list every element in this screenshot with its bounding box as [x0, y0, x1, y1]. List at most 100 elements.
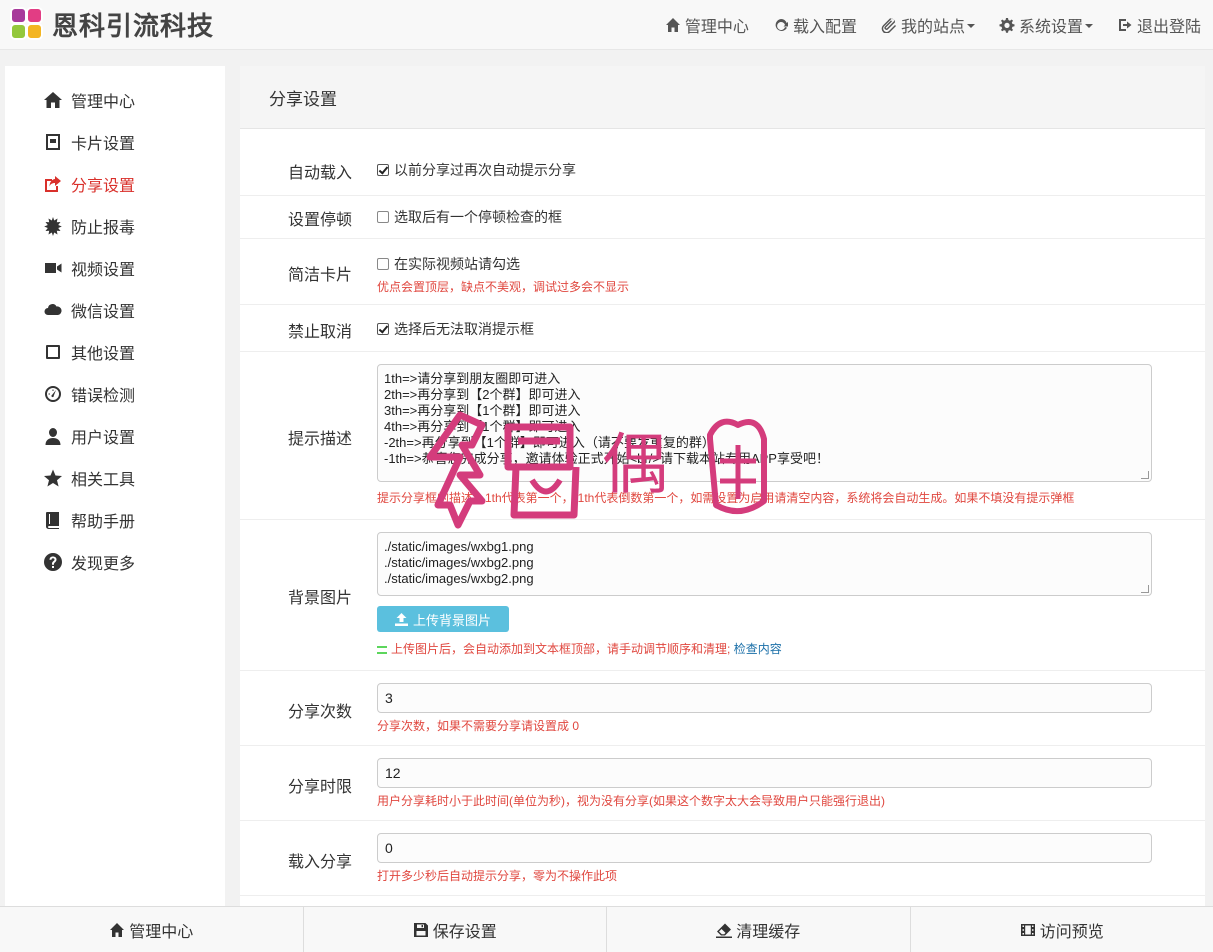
background-text: ./static/images/wxbg1.png ./static/image…	[384, 539, 534, 586]
share-time-input[interactable]: 12	[377, 758, 1152, 788]
home-icon	[110, 922, 125, 937]
brand-logo	[8, 5, 48, 45]
brand[interactable]: 恩科引流科技	[8, 5, 214, 45]
sidebar-item-error-check[interactable]: 错误检测	[5, 373, 225, 415]
nav-system-settings[interactable]: 系统设置	[987, 0, 1105, 50]
sidebar-item-help[interactable]: 帮助手册	[5, 499, 225, 541]
pause-checkbox[interactable]: 选取后有一个停顿检查的框	[377, 207, 1152, 227]
load-share-hint: 打开多少秒后自动提示分享，零为不操作此项	[377, 869, 618, 883]
question-icon	[44, 553, 62, 571]
gear-icon	[999, 18, 1015, 33]
resize-grip[interactable]	[1141, 471, 1149, 479]
nav-home[interactable]: 管理中心	[653, 0, 761, 50]
no-cancel-label: 禁止取消	[287, 324, 352, 341]
pause-checkbox-label: 选取后有一个停顿检查的框	[394, 209, 562, 225]
star-icon	[44, 469, 62, 487]
share-count-input[interactable]: 3	[377, 683, 1152, 713]
preview-label: 访问预览	[1039, 923, 1104, 941]
sidebar-item-label: 微信设置	[71, 304, 136, 321]
no-cancel-row: 禁止取消 选择后无法取消提示框	[240, 305, 1205, 352]
share-time-row: 分享时限 12 用户分享耗时小于此时间(单位为秒)，视为没有分享(如果这个数字太…	[240, 746, 1205, 821]
sidebar-item-video[interactable]: 视频设置	[5, 247, 225, 289]
brand-title: 恩科引流科技	[52, 12, 215, 42]
background-label: 背景图片	[287, 590, 352, 607]
bottom-toolbar: 管理中心 保存设置 清理缓存 访问预览	[0, 906, 1213, 952]
load-share-label: 载入分享	[287, 854, 352, 871]
background-row: 背景图片 ./static/images/wxbg1.png ./static/…	[240, 520, 1205, 671]
share-count-row: 分享次数 3 分享次数，如果不需要分享请设置成 0	[240, 671, 1205, 746]
clear-cache-label: 清理缓存	[736, 923, 801, 941]
nav-system-settings-label: 系统设置	[1018, 19, 1083, 36]
nav-home-label: 管理中心	[684, 19, 749, 36]
card-icon	[46, 134, 60, 150]
sidebar-item-antivirus[interactable]: 防止报毒	[5, 205, 225, 247]
sidebar-item-other[interactable]: 其他设置	[5, 331, 225, 373]
sidebar-item-more[interactable]: 发现更多	[5, 541, 225, 583]
sidebar-item-user[interactable]: 用户设置	[5, 415, 225, 457]
save-icon	[413, 922, 428, 937]
nav-load-config[interactable]: 载入配置	[761, 0, 869, 50]
resize-grip[interactable]	[1141, 585, 1149, 593]
auto-load-checkbox[interactable]: 以前分享过再次自动提示分享	[377, 160, 1152, 180]
simple-card-row: 简洁卡片 在实际视频站请勾选 优点会置顶层，缺点不美观，调试过多会不显示	[240, 239, 1205, 305]
bottom-home-button[interactable]: 管理中心	[0, 907, 304, 952]
simple-card-hint: 优点会置顶层，缺点不美观，调试过多会不显示	[377, 280, 630, 294]
check-content-link[interactable]: 检查内容	[734, 642, 782, 656]
sidebar-item-label: 错误检测	[71, 388, 136, 405]
sidebar-item-tools[interactable]: 相关工具	[5, 457, 225, 499]
upload-background-label: 上传背景图片	[413, 612, 492, 628]
virus-icon	[44, 217, 62, 236]
cloud-icon	[44, 304, 62, 315]
refresh-icon	[775, 19, 788, 31]
share-count-hint: 分享次数，如果不需要分享请设置成 0	[377, 719, 580, 733]
save-settings-button[interactable]: 保存设置	[304, 907, 607, 952]
nav-logout[interactable]: 退出登陆	[1105, 0, 1213, 50]
clear-cache-button[interactable]: 清理缓存	[607, 907, 911, 952]
background-hint: 上传图片后，会自动添加到文本框顶部，请手动调节顺序和清理; 检查内容	[377, 640, 1152, 657]
share-count-label: 分享次数	[287, 704, 352, 721]
chevron-down-icon	[966, 24, 975, 28]
background-textarea[interactable]: ./static/images/wxbg1.png ./static/image…	[377, 532, 1152, 596]
sidebar-item-label: 管理中心	[71, 94, 136, 111]
nav-logout-label: 退出登陆	[1136, 19, 1201, 36]
checkbox-checked[interactable]	[377, 164, 389, 176]
sidebar-item-wechat[interactable]: 微信设置	[5, 289, 225, 331]
video-icon	[45, 263, 62, 273]
checkbox-unchecked[interactable]	[377, 258, 389, 270]
sidebar-item-share[interactable]: 分享设置	[5, 163, 225, 205]
sidebar-item-card[interactable]: 卡片设置	[5, 121, 225, 163]
prompt-textarea[interactable]: 1th=>请分享到朋友圈即可进入 2th=>再分享到【2个群】即可进入 3th=…	[377, 364, 1152, 482]
upload-background-button[interactable]: 上传背景图片	[377, 606, 510, 632]
nav-menu: 管理中心 载入配置 我的站点 系统设置 退出登陆	[653, 0, 1213, 50]
sidebar-item-label: 相关工具	[71, 472, 136, 489]
no-cancel-checkbox[interactable]: 选择后无法取消提示框	[377, 319, 1152, 339]
sidebar-item-label: 视频设置	[71, 262, 136, 279]
checkbox-checked[interactable]	[377, 323, 389, 335]
share-time-hint: 用户分享耗时小于此时间(单位为秒)，视为没有分享(如果这个数字太大会导致用户只能…	[377, 794, 885, 808]
chevron-down-icon	[1084, 24, 1093, 28]
save-settings-label: 保存设置	[432, 923, 497, 941]
load-share-input[interactable]: 0	[377, 833, 1152, 863]
user-icon	[45, 428, 61, 445]
sidebar-item-home[interactable]: 管理中心	[5, 79, 225, 121]
preview-button[interactable]: 访问预览	[911, 907, 1213, 952]
home-icon	[665, 18, 680, 32]
auto-load-checkbox-label: 以前分享过再次自动提示分享	[394, 162, 576, 178]
no-cancel-checkbox-label: 选择后无法取消提示框	[394, 321, 534, 337]
nav-my-sites-label: 我的站点	[900, 19, 965, 36]
sidebar-item-label: 卡片设置	[71, 136, 136, 153]
panel-title: 分享设置	[240, 66, 1205, 129]
share-time-label: 分享时限	[287, 779, 352, 796]
simple-card-checkbox[interactable]: 在实际视频站请勾选	[377, 254, 1152, 274]
load-share-row: 载入分享 0 打开多少秒后自动提示分享，零为不操作此项	[240, 821, 1205, 896]
paperclip-icon	[881, 18, 896, 33]
prompt-hint: 提示分享框的描述，1th代表第一个，-1th代表倒数第一个，如需设置为启用请清空…	[377, 491, 1075, 505]
equals-icon	[377, 645, 387, 654]
simple-card-label: 简洁卡片	[287, 267, 352, 284]
nav-my-sites[interactable]: 我的站点	[869, 0, 987, 50]
checkbox-unchecked[interactable]	[377, 211, 389, 223]
pause-row: 设置停顿 选取后有一个停顿检查的框	[240, 196, 1205, 239]
home-icon	[44, 92, 62, 108]
sidebar-item-label: 帮助手册	[71, 514, 136, 531]
share-icon	[45, 176, 61, 192]
